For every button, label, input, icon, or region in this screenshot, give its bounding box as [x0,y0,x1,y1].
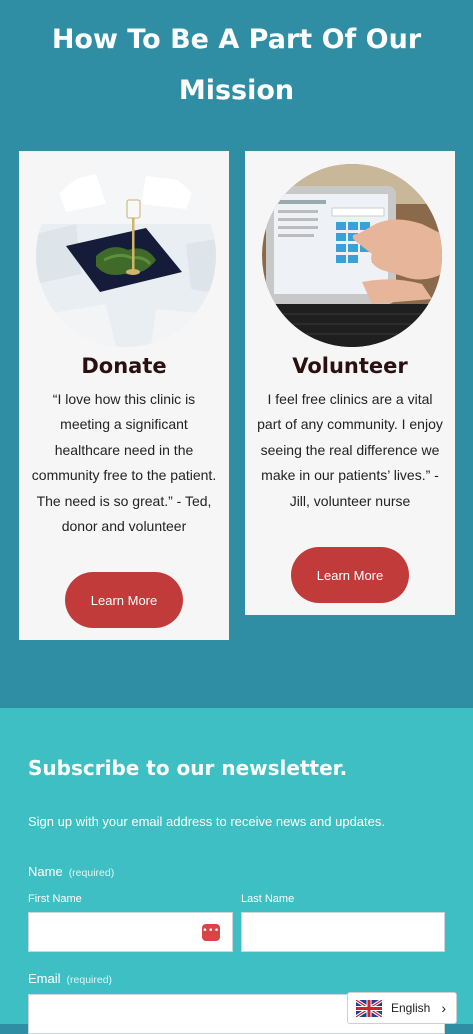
volunteer-learn-more-button[interactable]: Learn More [291,547,409,603]
uk-flag-icon [356,999,382,1017]
donate-quote: “I love how this clinic is meeting a sig… [31,391,217,535]
volunteer-photo [262,164,442,347]
language-selector[interactable]: English › [347,992,457,1024]
newsletter-title: Subscribe to our newsletter. [28,756,348,780]
name-label-text: Name [28,864,63,879]
email-label-text: Email [28,971,61,986]
mission-title-line2: Mission [178,75,295,106]
name-required-note: (required) [68,867,115,879]
volunteer-title: Volunteer [292,354,408,378]
volunteer-quote: I feel free clinics are a vital part of … [257,391,443,509]
newsletter-section: Subscribe to our newsletter. Sign up wit… [0,708,473,1034]
mission-title: How To Be A Part Of Our Mission [0,14,473,116]
donate-photo [36,164,216,347]
first-name-input[interactable]: ••• [28,912,233,952]
mission-section: How To Be A Part Of Our Mission Donate “… [0,0,473,708]
last-name-label: Last Name [241,893,295,905]
mission-title-line1: How To Be A Part Of Our [51,24,422,55]
first-name-label: First Name [28,893,82,905]
chevron-right-icon: › [441,1000,446,1016]
language-label: English [391,1001,431,1015]
volunteer-card: Volunteer I feel free clinics are a vita… [245,151,455,615]
email-label: Email (required) [28,971,112,986]
name-label: Name (required) [28,864,114,879]
email-required-note: (required) [66,974,113,986]
password-manager-icon[interactable]: ••• [202,924,220,941]
donate-card: Donate “I love how this clinic is meetin… [19,151,229,640]
newsletter-description: Sign up with your email address to recei… [28,814,385,829]
last-name-input[interactable] [241,912,445,952]
donate-title: Donate [81,354,167,378]
donate-learn-more-button[interactable]: Learn More [65,572,183,628]
